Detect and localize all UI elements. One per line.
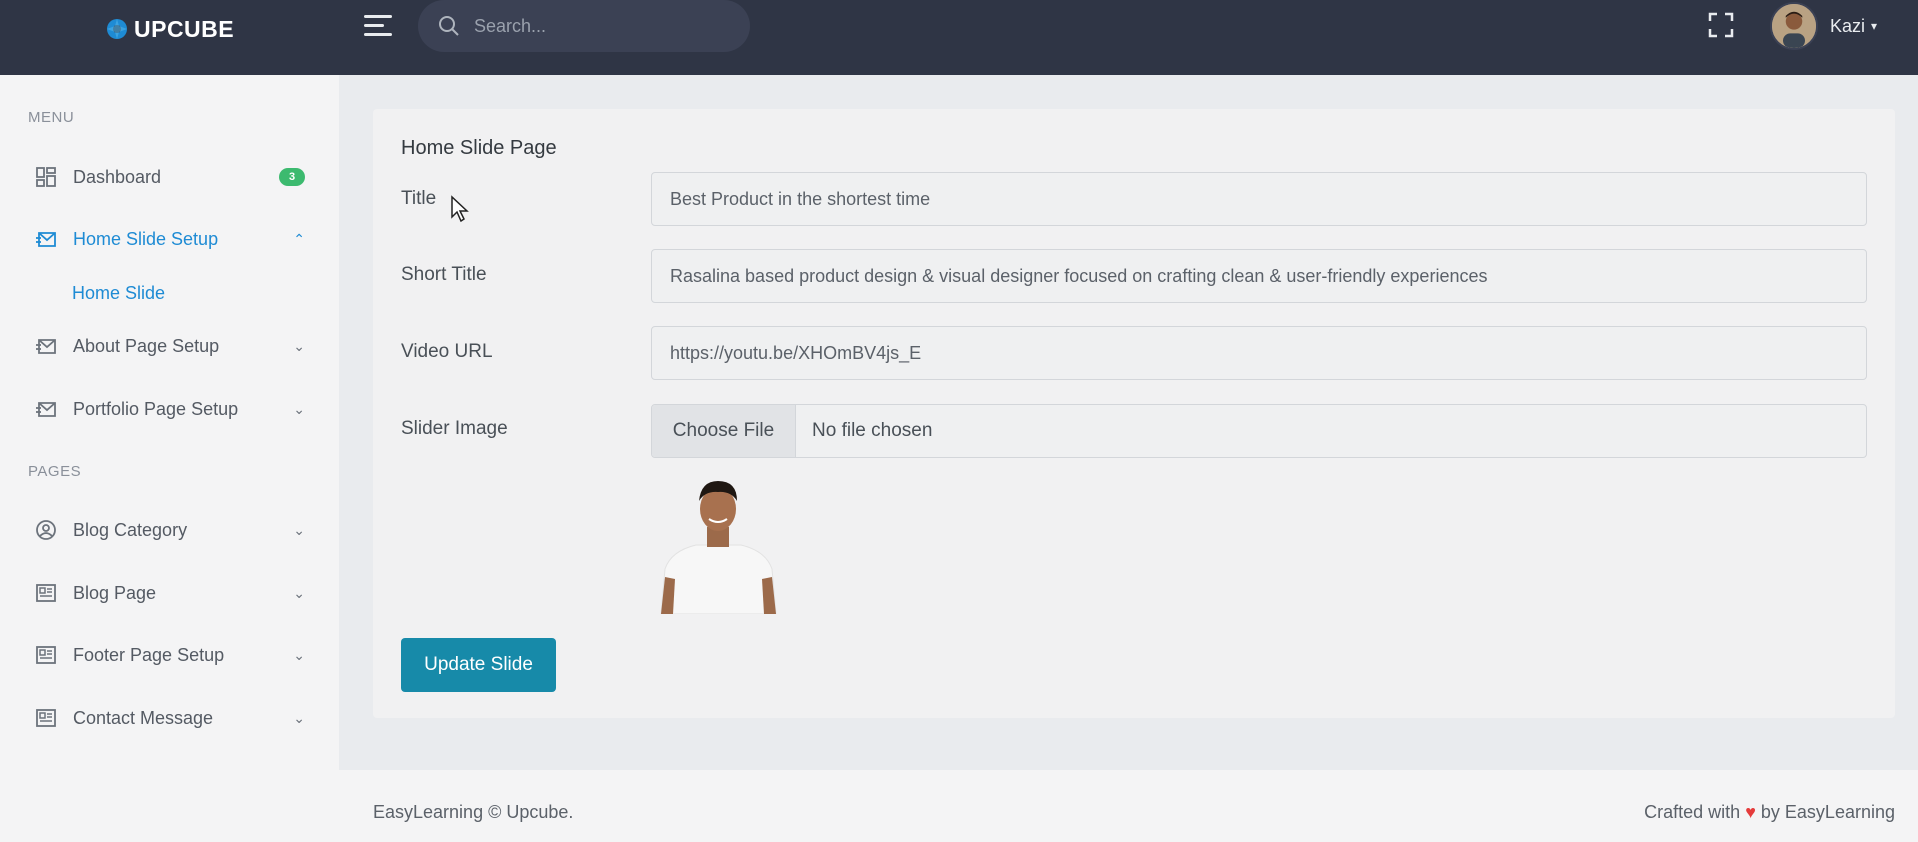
chevron-down-icon: ⌄ <box>293 337 305 354</box>
sidebar-item-portfolio-page-setup[interactable]: Portfolio Page Setup ⌄ <box>35 394 305 424</box>
notification-badge: 3 <box>279 168 305 186</box>
footer-credit-prefix: Crafted with <box>1644 802 1741 822</box>
search-input[interactable] <box>474 15 714 37</box>
card-title: Home Slide Page <box>401 137 557 159</box>
sidebar-item-blog-category[interactable]: Blog Category ⌄ <box>35 515 305 545</box>
chevron-down-icon: ▾ <box>1871 19 1878 33</box>
home-slide-form-card: Home Slide Page Title Short Title Video … <box>373 109 1895 718</box>
logo-icon <box>107 19 127 39</box>
sidebar-item-blog-page[interactable]: Blog Page ⌄ <box>35 578 305 608</box>
mouse-cursor-icon <box>451 195 469 223</box>
search-box[interactable] <box>418 0 750 52</box>
sidebar-item-label: Footer Page Setup <box>73 644 225 665</box>
mail-icon <box>36 402 56 417</box>
newspaper-icon <box>36 646 56 664</box>
chevron-down-icon: ⌄ <box>293 709 305 726</box>
chevron-down-icon: ⌄ <box>293 521 305 538</box>
title-field[interactable] <box>651 172 1867 226</box>
pages-section-title: PAGES <box>28 463 82 480</box>
chevron-down-icon: ⌄ <box>293 646 305 663</box>
sidebar-item-contact-message[interactable]: Contact Message ⌄ <box>35 703 305 733</box>
footer: EasyLearning © Upcube. Crafted with ♥ by… <box>339 770 1918 842</box>
mail-icon <box>36 339 56 354</box>
footer-copyright: EasyLearning © Upcube. <box>373 802 574 822</box>
short-title-field[interactable] <box>651 249 1867 303</box>
newspaper-icon <box>36 584 56 602</box>
sidebar-item-label: Dashboard <box>73 166 162 187</box>
sidebar-item-home-slide-setup[interactable]: Home Slide Setup ⌃ <box>35 224 305 254</box>
sidebar: MENU Dashboard 3 Home Slide Setup ⌃ Home… <box>0 75 339 842</box>
file-status: No file chosen <box>812 420 933 441</box>
fullscreen-icon[interactable] <box>1708 12 1734 38</box>
slider-image-preview <box>651 477 786 614</box>
chevron-down-icon: ⌄ <box>293 400 305 417</box>
sidebar-item-label: About Page Setup <box>73 335 220 356</box>
sidebar-item-label: Blog Category <box>73 519 188 540</box>
brand-name: UPCUBE <box>134 15 235 42</box>
user-name: Kazi <box>1830 15 1866 36</box>
menu-section-title: MENU <box>28 109 75 126</box>
sidebar-item-footer-page-setup[interactable]: Footer Page Setup ⌄ <box>35 640 305 670</box>
slider-image-label: Slider Image <box>401 418 508 439</box>
heart-icon: ♥ <box>1745 802 1756 822</box>
search-icon <box>439 16 459 36</box>
slider-image-file-input[interactable]: Choose File No file chosen <box>651 404 1867 458</box>
short-title-label: Short Title <box>401 264 487 285</box>
sidebar-item-label: Blog Page <box>73 582 157 603</box>
menu-icon[interactable] <box>364 15 392 39</box>
choose-file-button[interactable]: Choose File <box>652 405 796 457</box>
video-url-label: Video URL <box>401 341 493 362</box>
sidebar-item-about-page-setup[interactable]: About Page Setup ⌄ <box>35 331 305 361</box>
video-url-field[interactable] <box>651 326 1867 380</box>
sidebar-item-dashboard[interactable]: Dashboard 3 <box>35 162 305 192</box>
update-slide-button[interactable]: Update Slide <box>401 638 556 692</box>
title-label: Title <box>401 188 437 209</box>
footer-credit: Crafted with ♥ by EasyLearning <box>1644 802 1895 823</box>
sidebar-item-label: Contact Message <box>73 707 214 728</box>
avatar <box>1770 2 1818 50</box>
brand-logo[interactable]: UPCUBE <box>106 14 234 44</box>
dashboard-icon <box>36 167 56 187</box>
mail-icon <box>36 232 56 247</box>
chevron-up-icon: ⌃ <box>293 230 305 247</box>
topbar: UPCUBE Kazi ▾ <box>0 0 1918 75</box>
sidebar-subitem-home-slide[interactable]: Home Slide <box>72 283 165 304</box>
user-circle-icon <box>36 520 56 540</box>
footer-credit-suffix: by EasyLearning <box>1760 802 1895 822</box>
chevron-down-icon: ⌄ <box>293 584 305 601</box>
user-menu[interactable]: Kazi ▾ <box>1770 2 1877 50</box>
sidebar-item-label: Home Slide Setup <box>73 228 219 249</box>
sidebar-item-label: Portfolio Page Setup <box>73 398 239 419</box>
newspaper-icon <box>36 709 56 727</box>
